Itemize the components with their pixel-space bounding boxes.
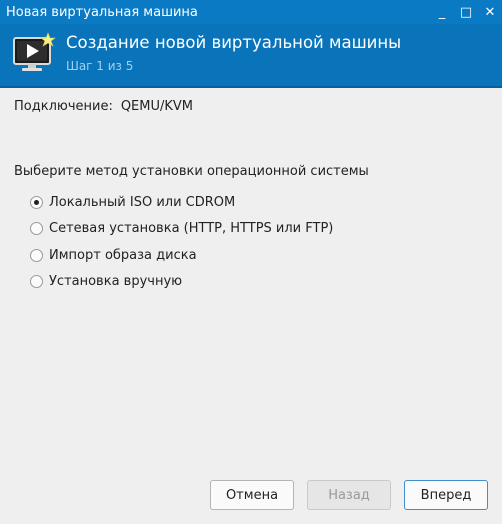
back-button[interactable]: Назад	[307, 480, 391, 510]
install-method-options: Локальный ISO или CDROM Сетевая установк…	[30, 189, 333, 295]
cancel-button[interactable]: Отмена	[210, 480, 294, 510]
radio-button-selected[interactable]	[30, 195, 43, 209]
virtual-machine-icon	[13, 32, 56, 71]
option-label: Локальный ISO или CDROM	[49, 194, 236, 210]
connection-label: Подключение:	[14, 99, 113, 114]
connection-row: Подключение: QEMU/KVM	[14, 99, 193, 114]
radio-button[interactable]	[30, 248, 43, 262]
next-button[interactable]: Вперед	[404, 480, 488, 510]
option-local-iso[interactable]: Локальный ISO или CDROM	[30, 189, 333, 216]
window-titlebar[interactable]: Новая виртуальная машина _ □ ✕	[0, 0, 502, 24]
option-label: Установка вручную	[49, 274, 183, 290]
wizard-header: Создание новой виртуальной машины Шаг 1 …	[0, 24, 502, 88]
install-method-label: Выберите метод установки операционной си…	[14, 164, 369, 179]
option-label: Импорт образа диска	[49, 247, 197, 263]
minimize-icon[interactable]: _	[430, 0, 454, 24]
new-vm-dialog: Новая виртуальная машина _ □ ✕ Создание …	[0, 0, 502, 524]
option-manual-install[interactable]: Установка вручную	[30, 269, 333, 296]
close-icon[interactable]: ✕	[478, 0, 502, 24]
connection-value: QEMU/KVM	[120, 99, 194, 114]
wizard-title: Создание новой виртуальной машины	[66, 33, 402, 52]
option-label: Сетевая установка (HTTP, HTTPS или FTP)	[49, 221, 334, 237]
option-import-disk[interactable]: Импорт образа диска	[30, 242, 333, 269]
maximize-icon[interactable]: □	[454, 0, 478, 24]
wizard-step: Шаг 1 из 5	[66, 59, 134, 73]
option-network-install[interactable]: Сетевая установка (HTTP, HTTPS или FTP)	[30, 216, 333, 243]
radio-button[interactable]	[30, 222, 43, 236]
window-title: Новая виртуальная машина	[6, 4, 198, 20]
radio-button[interactable]	[30, 275, 43, 289]
